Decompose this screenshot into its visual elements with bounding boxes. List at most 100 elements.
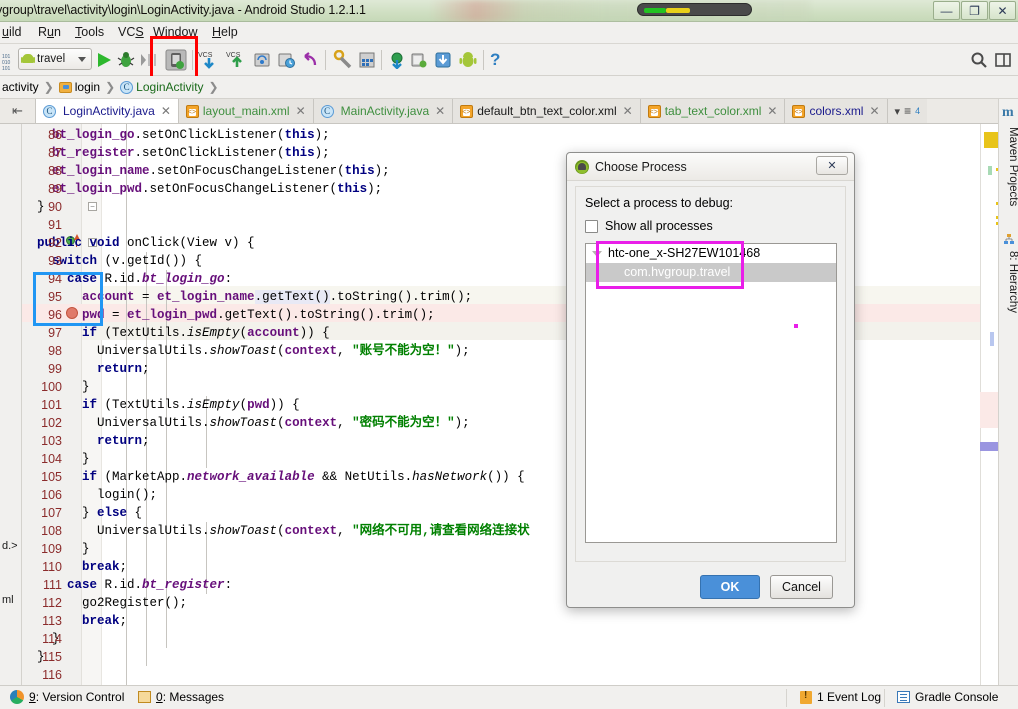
sdk-manager-icon[interactable] (333, 47, 353, 73)
debug-icon[interactable] (117, 47, 135, 73)
breadcrumb-item-login[interactable]: login (57, 80, 102, 94)
breadcrumb-label: LoginActivity (136, 80, 204, 94)
status-label: 1 Event Log (817, 690, 882, 704)
line-numbers-icon: 101 010 101 (2, 49, 15, 75)
breadcrumb-separator-icon: ❯ (43, 80, 54, 94)
line-number: 99 (48, 362, 62, 376)
recording-indicator (637, 3, 752, 16)
tab-overflow-count: 4 (915, 106, 921, 116)
breadcrumb-item-activity[interactable]: activity (0, 80, 41, 94)
status-messages[interactable]: 0: Messages (138, 690, 224, 704)
gradle-console-icon (897, 691, 910, 703)
code-line[interactable] (22, 666, 980, 684)
line-number: 109 (41, 542, 62, 556)
list-icon: ≡ (904, 104, 912, 118)
ok-button[interactable]: OK (700, 575, 760, 599)
process-list-item-selected[interactable]: com.hvgroup.travel (586, 263, 836, 282)
main-toolbar: 101 010 101 travel VCS VCS ? (0, 44, 1018, 76)
close-button[interactable]: ✕ (989, 1, 1016, 20)
tab-close-icon[interactable]: ✕ (869, 104, 879, 118)
xml-file-icon (460, 104, 474, 119)
dialog-buttons: OK Cancel (567, 565, 854, 607)
tab-layout-main-xml[interactable]: layout_main.xml ✕ (178, 99, 314, 123)
right-stripe-item-hierarchy[interactable]: 8: Hierarchy (999, 251, 1018, 313)
menu-item-help[interactable]: Help (212, 25, 238, 39)
android-attach-debugger-icon[interactable] (164, 47, 188, 73)
breadcrumb: activity ❯ login ❯ C LoginActivity ❯ (0, 76, 1018, 99)
show-all-processes-checkbox[interactable] (585, 219, 598, 233)
left-stripe-label[interactable]: ml (2, 594, 14, 606)
vcs-update-icon[interactable]: VCS (198, 47, 220, 73)
tab-colors-xml[interactable]: colors.xml ✕ (785, 99, 888, 123)
event-log-icon (800, 690, 812, 704)
device-monitor-icon[interactable] (410, 47, 428, 73)
tab-mainactivity-java[interactable]: C MainActivity.java ✕ (313, 99, 454, 123)
android-device-icon[interactable] (459, 47, 477, 73)
search-everywhere-icon[interactable] (970, 47, 988, 73)
sdk-download-icon[interactable] (434, 47, 452, 73)
info-marker[interactable] (990, 332, 994, 346)
tab-split-icon[interactable]: ⇤ (0, 99, 36, 123)
tab-close-icon[interactable]: ✕ (623, 104, 633, 118)
xml-file-icon (792, 104, 806, 119)
dialog-close-button[interactable]: ✕ (816, 156, 848, 175)
menu-item-window[interactable]: Window (153, 25, 197, 39)
left-stripe-label[interactable]: d.> (2, 540, 18, 552)
cancel-button[interactable]: Cancel (770, 575, 833, 599)
line-number: 94 (48, 272, 62, 286)
android-head-icon (575, 159, 589, 174)
line-number: 108 (41, 524, 62, 538)
line-number: 86 (48, 128, 62, 142)
process-list[interactable]: htc-one_x-SH27EW101468 com.hvgroup.trave… (585, 243, 837, 543)
layout-inspector-icon[interactable] (358, 47, 376, 73)
line-number: 97 (48, 326, 62, 340)
tab-close-icon[interactable]: ✕ (296, 104, 306, 118)
run-config-label: travel (37, 53, 66, 65)
tab-overflow-button[interactable]: ▾ ≡ 4 (887, 99, 928, 123)
menu-bar: uild Run Tools VCS Window Help (0, 22, 1018, 44)
breadcrumb-separator-icon: ❯ (208, 80, 219, 94)
status-label: 99: Version Control: Version Control (29, 690, 125, 704)
status-gradle-console[interactable]: Gradle Console (897, 690, 998, 704)
sync-project-icon[interactable] (253, 47, 271, 73)
breadcrumb-item-loginactivity[interactable]: C LoginActivity (118, 80, 205, 94)
svg-text:101: 101 (2, 66, 11, 72)
show-all-processes-row[interactable]: Show all processes (585, 219, 713, 233)
process-list-device-row[interactable]: htc-one_x-SH27EW101468 (586, 244, 836, 263)
annotation-dot (794, 324, 798, 328)
layout-toggle-icon[interactable] (994, 47, 1012, 73)
line-number: 114 (42, 632, 62, 646)
tab-label: default_btn_text_color.xml (477, 104, 617, 118)
avd-manager-icon[interactable] (277, 47, 295, 73)
editor-tab-bar: ⇤ C LoginActivity.java ✕ layout_main.xml… (0, 99, 1018, 124)
tab-default-btn-text-color-xml[interactable]: default_btn_text_color.xml ✕ (453, 99, 641, 123)
menu-item-build[interactable]: uild (2, 25, 21, 39)
code-line[interactable]: } (22, 648, 980, 666)
tab-close-icon[interactable]: ✕ (161, 104, 171, 118)
tab-loginactivity-java[interactable]: C LoginActivity.java ✕ (36, 99, 179, 123)
code-line[interactable]: bt_login_go.setOnClickListener(this); (22, 126, 980, 144)
menu-item-vcs[interactable]: VCS (118, 25, 144, 39)
maximize-button[interactable]: ❐ (961, 1, 988, 20)
window-controls[interactable]: — ❐ ✕ (933, 1, 1016, 20)
gradle-sync-icon[interactable] (388, 47, 406, 73)
left-tool-stripe: d.> ml (0, 124, 22, 685)
help-icon[interactable]: ? (490, 47, 500, 73)
chevron-down-icon[interactable] (592, 251, 602, 257)
code-line[interactable]: } (22, 630, 980, 648)
right-stripe-item-maven[interactable]: Maven Projects (999, 127, 1018, 206)
vcs-commit-icon[interactable]: VCS (226, 47, 248, 73)
minimize-button[interactable]: — (933, 1, 960, 20)
tab-close-icon[interactable]: ✕ (435, 104, 445, 118)
menu-item-run[interactable]: Run (38, 25, 61, 39)
status-event-log[interactable]: 1 Event Log (800, 690, 881, 704)
tab-tab-text-color-xml[interactable]: tab_text_color.xml ✕ (640, 99, 786, 123)
code-line[interactable]: break; (22, 612, 980, 630)
run-icon[interactable] (95, 47, 113, 73)
menu-item-tools[interactable]: Tools (75, 25, 104, 39)
run-configuration-selector[interactable]: travel (18, 48, 92, 70)
status-version-control[interactable]: 99: Version Control: Version Control (10, 690, 124, 704)
undo-icon[interactable] (301, 47, 319, 73)
hierarchy-icon (1004, 234, 1014, 246)
tab-close-icon[interactable]: ✕ (767, 104, 777, 118)
